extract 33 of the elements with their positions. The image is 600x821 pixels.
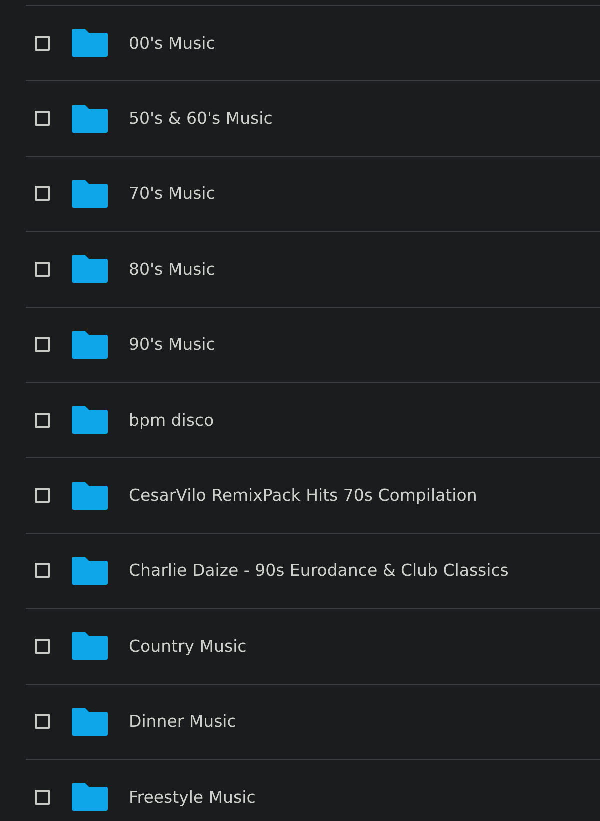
checkbox[interactable]: [35, 337, 50, 352]
folder-name[interactable]: 80's Music: [129, 260, 216, 279]
folder-icon: [72, 330, 108, 359]
folder-name[interactable]: 00's Music: [129, 34, 216, 53]
folder-icon: [72, 406, 108, 434]
checkbox[interactable]: [35, 262, 50, 277]
folder-name[interactable]: 70's Music: [129, 184, 216, 204]
folder-icon: [72, 708, 108, 736]
folder-name[interactable]: bpm disco: [129, 410, 214, 430]
folder-name[interactable]: Country Music: [129, 636, 247, 656]
folder-name[interactable]: Charlie Daize - 90s Eurodance & Club Classics: [129, 561, 509, 580]
folder-icon: [72, 180, 108, 208]
folder-name[interactable]: 50's & 60's Music: [129, 109, 273, 128]
folder-icon: [72, 556, 108, 585]
folder-icon: [72, 482, 108, 510]
checkbox[interactable]: [35, 638, 50, 654]
checkbox[interactable]: [35, 186, 50, 202]
checkbox[interactable]: [35, 563, 50, 578]
checkbox[interactable]: [35, 790, 50, 805]
checkbox[interactable]: [35, 412, 50, 428]
folder-icon: [72, 783, 108, 812]
folder-icon: [72, 29, 108, 58]
folder-icon: [72, 104, 108, 133]
folder-name[interactable]: CesarVilo RemixPack Hits 70s Compilation: [129, 486, 478, 506]
folder-name[interactable]: Freestyle Music: [129, 788, 256, 807]
checkbox[interactable]: [35, 111, 50, 126]
checkbox[interactable]: [35, 36, 50, 51]
folder-icon: [72, 255, 108, 284]
checkbox[interactable]: [35, 714, 50, 730]
folder-icon: [72, 632, 108, 660]
folder-name[interactable]: 90's Music: [129, 335, 216, 354]
folder-name[interactable]: Dinner Music: [129, 712, 236, 732]
checkbox[interactable]: [35, 488, 50, 504]
